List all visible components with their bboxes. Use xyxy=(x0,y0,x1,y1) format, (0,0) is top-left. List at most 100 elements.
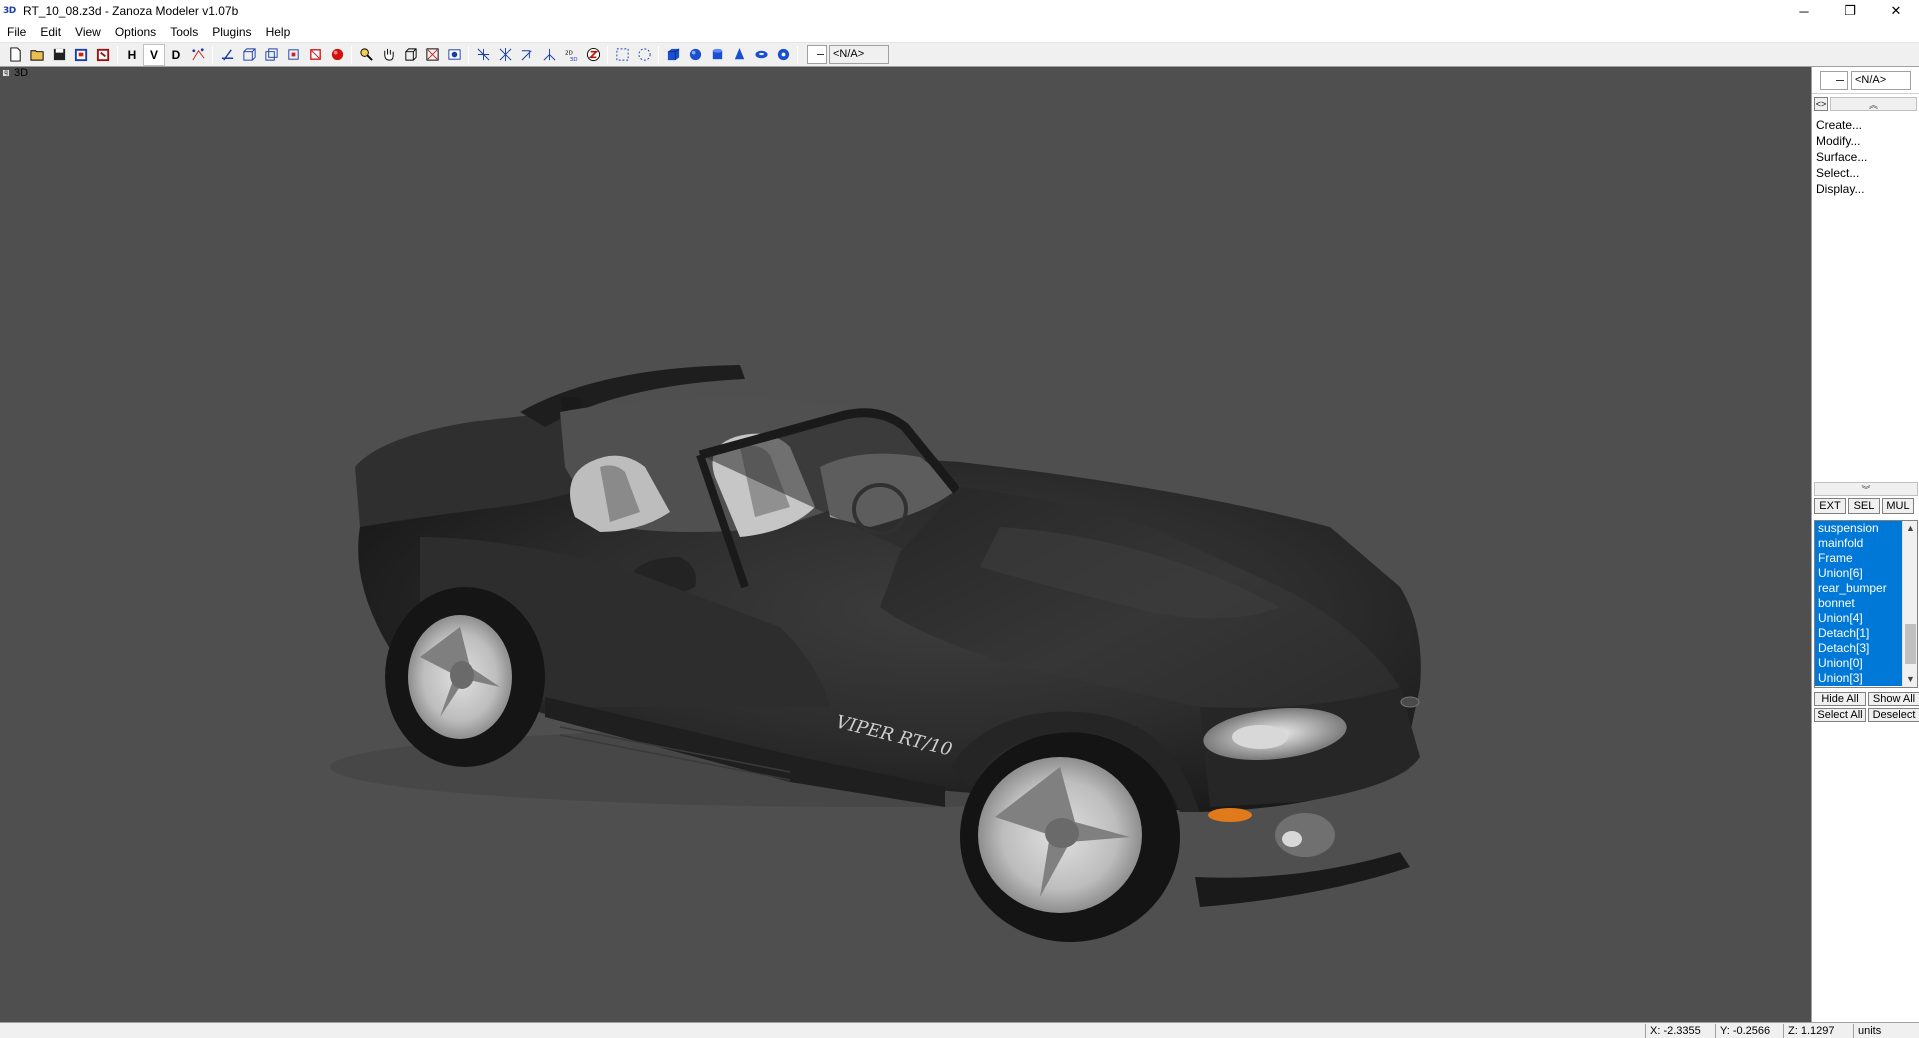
zoom-all-button[interactable] xyxy=(443,44,465,66)
list-item[interactable]: suspension xyxy=(1815,521,1903,536)
car-fog-lamp-inner xyxy=(1282,831,1302,847)
toolbar-separator xyxy=(658,45,659,64)
scroll-up-button[interactable]: ︽ xyxy=(1830,97,1917,111)
menu-modify[interactable]: Modify... xyxy=(1816,133,1919,149)
close-button[interactable]: ✕ xyxy=(1873,0,1919,22)
mode-sel-button[interactable]: SEL xyxy=(1848,498,1880,514)
menu-display[interactable]: Display... xyxy=(1816,181,1919,197)
axis-tool-icon xyxy=(543,48,555,61)
zoom-button[interactable] xyxy=(355,44,377,66)
maximize-button[interactable]: ❐ xyxy=(1827,0,1873,22)
menu-surface[interactable]: Surface... xyxy=(1816,149,1919,165)
list-item[interactable]: Union[0] xyxy=(1815,656,1903,671)
car-badge xyxy=(1400,696,1420,708)
minimize-button[interactable]: ─ xyxy=(1781,0,1827,22)
red-sphere-icon xyxy=(331,48,343,61)
save-as-button[interactable] xyxy=(70,44,92,66)
2d-3d-button[interactable]: 2D 3D xyxy=(560,44,582,66)
menu-plugins[interactable]: Plugins xyxy=(205,22,258,43)
menu-tools[interactable]: Tools xyxy=(163,22,205,43)
rotate-button[interactable] xyxy=(399,44,421,66)
axes-button[interactable] xyxy=(216,44,238,66)
box-front-button[interactable] xyxy=(238,44,260,66)
mode-mul-button[interactable]: MUL xyxy=(1882,498,1914,514)
hide-all-button[interactable]: Hide All xyxy=(1814,692,1866,706)
front-wheel xyxy=(960,732,1180,942)
save-file-button[interactable] xyxy=(48,44,70,66)
menu-bar: File Edit View Options Tools Plugins Hel… xyxy=(0,22,1919,43)
panel-menu: Create... Modify... Surface... Select...… xyxy=(1812,117,1919,197)
list-item[interactable]: Union[6] xyxy=(1815,566,1903,581)
new-file-button[interactable] xyxy=(4,44,26,66)
object-list-items: suspension mainfold Frame Union[6] rear_… xyxy=(1815,521,1903,686)
list-item[interactable]: Detach[1] xyxy=(1815,626,1903,641)
select-circle-button[interactable] xyxy=(633,44,655,66)
svg-text:2D: 2D xyxy=(564,51,572,57)
box-side-button[interactable] xyxy=(260,44,282,66)
create-cylinder-button[interactable] xyxy=(706,44,728,66)
select-rect-button[interactable] xyxy=(611,44,633,66)
scrollbar-thumb[interactable] xyxy=(1905,624,1916,664)
box-delete-button[interactable] xyxy=(304,44,326,66)
list-item[interactable]: bonnet xyxy=(1815,596,1903,611)
magnifier-icon xyxy=(359,48,373,61)
open-folder-icon xyxy=(29,50,44,61)
create-sphere-button[interactable] xyxy=(684,44,706,66)
list-item[interactable]: Union[4] xyxy=(1815,611,1903,626)
toolbar-separator xyxy=(607,45,608,64)
deselect-button[interactable]: Deselect xyxy=(1868,708,1919,722)
menu-select[interactable]: Select... xyxy=(1816,165,1919,181)
render-button[interactable] xyxy=(326,44,348,66)
list-item[interactable]: mainfold xyxy=(1815,536,1903,551)
create-disc-button[interactable] xyxy=(772,44,794,66)
menu-edit[interactable]: Edit xyxy=(33,22,68,43)
menu-view[interactable]: View xyxy=(68,22,108,43)
open-file-button[interactable] xyxy=(26,44,48,66)
create-box-button[interactable] xyxy=(662,44,684,66)
select-all-button[interactable]: Select All xyxy=(1814,708,1866,722)
menu-options[interactable]: Options xyxy=(108,22,163,43)
blue-disc-icon xyxy=(777,48,789,61)
box-delete-icon xyxy=(309,49,321,60)
list-item[interactable]: Union[3] xyxy=(1815,671,1903,686)
scroll-down-button[interactable]: ︾ xyxy=(1814,482,1918,496)
rotate-tool-button[interactable] xyxy=(516,44,538,66)
import-button[interactable] xyxy=(92,44,114,66)
scroll-down-arrow-icon[interactable]: ▼ xyxy=(1903,672,1917,687)
mode-ext-button[interactable]: EXT xyxy=(1814,498,1846,514)
panel-toggle-button[interactable]: <> xyxy=(1814,97,1828,111)
create-cone-button[interactable] xyxy=(728,44,750,66)
object-list[interactable]: suspension mainfold Frame Union[6] rear_… xyxy=(1814,520,1918,688)
panel-spinner[interactable] xyxy=(1820,70,1848,90)
zanoza-button[interactable] xyxy=(582,44,604,66)
view-v-button[interactable]: V xyxy=(143,43,165,66)
view-h-button[interactable]: H xyxy=(121,44,143,66)
create-torus-button[interactable] xyxy=(750,44,772,66)
scroll-up-arrow-icon[interactable]: ▲ xyxy=(1903,521,1917,536)
view-d-button[interactable]: D xyxy=(165,44,187,66)
toolbar-separator xyxy=(212,45,213,64)
pan-button[interactable] xyxy=(377,44,399,66)
axis-tool-button[interactable] xyxy=(538,44,560,66)
view-d-label: D xyxy=(171,47,181,62)
panel-selector[interactable]: <N/A> xyxy=(1851,70,1911,90)
list-item[interactable]: Detach[3] xyxy=(1815,641,1903,656)
visibility-buttons: Hide All Show All Select All Deselect xyxy=(1814,692,1919,722)
cube-icon xyxy=(404,48,417,61)
scale-button[interactable] xyxy=(494,44,516,66)
layer-spinner[interactable] xyxy=(807,45,827,64)
menu-file[interactable]: File xyxy=(0,22,33,43)
layer-selector[interactable]: <N/A> xyxy=(829,45,889,64)
zoom-extents-button[interactable] xyxy=(421,44,443,66)
3d-viewport[interactable]: q 3D VIPER RT/10 xyxy=(0,67,1811,1022)
status-x-coord: X: -2.3355 xyxy=(1645,1024,1715,1038)
object-list-scrollbar[interactable]: ▲ ▼ xyxy=(1902,521,1917,687)
menu-help[interactable]: Help xyxy=(259,22,298,43)
list-item[interactable]: Frame xyxy=(1815,551,1903,566)
box-top-button[interactable] xyxy=(282,44,304,66)
menu-create[interactable]: Create... xyxy=(1816,117,1919,133)
move-button[interactable] xyxy=(472,44,494,66)
show-all-button[interactable]: Show All xyxy=(1868,692,1919,706)
scatter-button[interactable] xyxy=(187,44,209,66)
list-item[interactable]: rear_bumper xyxy=(1815,581,1903,596)
